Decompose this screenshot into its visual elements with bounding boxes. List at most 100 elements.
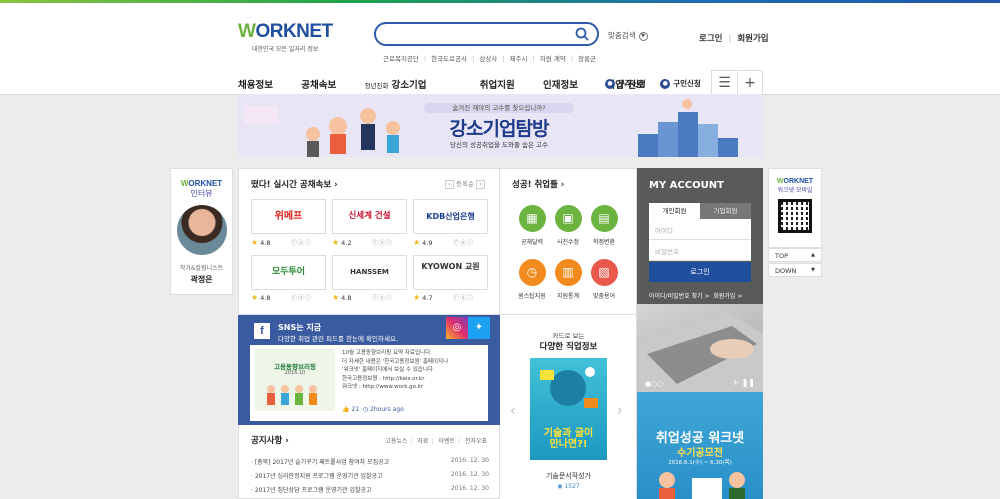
sns-post[interactable]: 고용동향브리핑 2016.10 10월 고용동향브리핑 요약 자료입니다. 더 … (250, 345, 488, 421)
join-link[interactable]: 회원가입 (737, 34, 768, 44)
banner-question: 숨겨진 재야의 고수를 찾으십니까? (424, 103, 574, 113)
logo-text: ORKNET (188, 179, 223, 188)
advanced-search[interactable]: 맞춤검색 ▼ (608, 30, 648, 41)
view-count: ◉ 1527 (557, 483, 580, 490)
company-card-kyowon[interactable]: KYOWON 교원 (413, 255, 488, 290)
panel-title[interactable]: 떴다! 실시간 공채속보 › (251, 178, 338, 190)
keyword[interactable]: 장릉군 (578, 55, 596, 63)
login-link[interactable]: 로그인 (699, 34, 722, 44)
search-icon[interactable] (575, 27, 589, 41)
carousel-controls[interactable]: + ❚❚ (732, 378, 755, 387)
twitter-icon[interactable]: ✦ (468, 317, 490, 339)
nav-label: 강소기업 (391, 80, 427, 91)
cardnews-image[interactable]: 기술과 글이 만나면?! (530, 358, 607, 460)
company-card-hanssem[interactable]: HANSSEM (332, 255, 407, 290)
thumb-date: 2016.10 (284, 370, 306, 376)
post-text: 10월 고용동향브리핑 요약 자료입니다. 더 자세한 내용은 '한국고용정보원… (342, 350, 449, 390)
company-card-kdb[interactable]: KDB산업은행 (413, 199, 488, 234)
chevron-right-icon[interactable]: › (476, 179, 485, 189)
social-icons[interactable]: ⓕⓞⓘ (291, 293, 312, 302)
search-input[interactable] (386, 27, 576, 45)
worknet-logo[interactable]: WORKNET 대한민국 모든 일자리 정보 (238, 21, 338, 53)
tool-glossary[interactable]: ▧ 맞춤용어 (582, 259, 626, 300)
tab-company[interactable]: 기업회원 (700, 203, 751, 219)
chevron-left-icon[interactable]: ‹ (510, 403, 516, 419)
eye-icon: ◉ (557, 483, 563, 490)
tab-event[interactable]: 이벤트 (438, 438, 455, 445)
find-account-link[interactable]: 아이디/비밀번호 찾기 > (649, 293, 710, 300)
rating: ★ 4.8 (251, 293, 271, 302)
post-time: 2hours ago (370, 406, 404, 413)
nav-item-support[interactable]: 취업지원 (480, 80, 515, 91)
interviewee-name: 곽정은 (190, 275, 213, 284)
interview-card[interactable]: WORKNET 인터뷰 작가&칼럼니스트 곽정은 (170, 168, 233, 295)
tool-credit[interactable]: ▤ 학점변환 (582, 205, 626, 246)
social-icons[interactable]: ⓕⓞⓘ (372, 293, 393, 302)
person-icon: ● (605, 79, 615, 89)
menu-icon[interactable]: ☰ (711, 70, 737, 97)
keyword[interactable]: 한국도로공사 (431, 55, 467, 63)
plus-icon[interactable]: + (737, 70, 763, 97)
promo-banner[interactable]: 숨겨진 재야의 고수를 찾으십니까? 강소기업탐방 당신의 성공취업을 도와줄 … (238, 94, 763, 157)
list-item[interactable]: · 2017년 심리안정지원 프로그램 운영기관 입찰공고 2016. 12. 3… (251, 471, 489, 480)
account-panel: MY ACCOUNT 개인회원 기업회원 아이디 비밀번호 로그인 아이디/비밀… (637, 168, 763, 392)
rating: ★ 4.2 (332, 238, 352, 247)
search-box (374, 22, 599, 46)
social-icons[interactable]: ⓕⓞⓘ (453, 238, 474, 247)
mobile-qr-card[interactable]: WORKNET 워크넷 모바일 (768, 168, 822, 248)
social-icons[interactable]: ⓕⓞⓘ (453, 293, 474, 302)
company-card-wemakeprice[interactable]: 위메프 (251, 199, 326, 234)
rating: ★ 4.7 (413, 293, 433, 302)
nav-item-recruit-news[interactable]: 공채속보 (301, 80, 336, 91)
chevron-right-icon[interactable]: › (617, 403, 623, 419)
sort-label[interactable]: 등록순 (456, 180, 474, 188)
photo-icon: ▣ (554, 205, 582, 232)
panel-title[interactable]: 공지사항 › (251, 434, 289, 446)
chevron-left-icon[interactable]: ‹ (445, 179, 455, 189)
post-thumbnail: 고용동향브리핑 2016.10 (255, 349, 335, 411)
social-icons[interactable]: ⓕⓞⓘ (291, 238, 312, 247)
tab-news[interactable]: 고용뉴스 (385, 438, 407, 445)
id-field[interactable]: 아이디 (649, 219, 751, 240)
company-card-modetour[interactable]: 모두투어 (251, 255, 326, 290)
social-icons[interactable]: ⓕⓞⓘ (372, 238, 393, 247)
promo-contest[interactable]: 취업성공 워크넷 수기공모전 2016.6.1(수) ~ 6.30(목) (637, 392, 763, 499)
keyword[interactable]: 제주시 (510, 55, 528, 63)
keyword[interactable]: 삼상사 (479, 55, 497, 63)
top-button[interactable]: TOP ▲ (768, 248, 822, 262)
company-card-shinsegae[interactable]: 신세계 건설 (332, 199, 407, 234)
post-meta: 👍 21 ◷ 2hours ago (342, 406, 404, 413)
popular-keywords: 근로복지공단 | 한국도로공사 | 삼상사 | 제주시 | 하원 계약 | 장릉군 (383, 55, 597, 63)
rating: ★ 4.8 (251, 238, 271, 247)
nav-item-jobs[interactable]: 채용정보 (238, 80, 273, 91)
nav-item-talent[interactable]: 인재정보 (543, 80, 578, 91)
facebook-icon[interactable]: f (254, 323, 270, 339)
instagram-icon[interactable]: ◎ (446, 317, 468, 339)
keyword[interactable]: 하원 계약 (540, 55, 566, 63)
list-item[interactable]: · 2017년 집단상담 프로그램 운영기관 입찰공고 2016. 12. 30 (251, 485, 489, 494)
keyword[interactable]: 근로복지공단 (383, 55, 419, 63)
chevron-up-icon: ▲ (811, 252, 815, 258)
list-item[interactable]: · [충북] 2017년 슬기꾸기 패트롤사업 참여자 모집공고 2016. 12… (251, 457, 489, 466)
notice-tabs: 고용뉴스 | 자료 | 이벤트 | 전자우표 (385, 438, 487, 445)
advanced-search-label: 맞춤검색 (608, 31, 636, 40)
thumbs-up-icon: 👍 (342, 406, 350, 413)
promo-subtitle: 수기공모전 (677, 448, 723, 459)
notice-panel: 공지사항 › 고용뉴스 | 자료 | 이벤트 | 전자우표 · [충북] 2017년 … (238, 425, 500, 499)
nav-item-small-giants[interactable]: 청년친화 강소기업 (365, 80, 452, 91)
chart-icon: ▥ (554, 259, 582, 286)
tab-personal[interactable]: 개인회원 (649, 203, 700, 219)
tab-estamp[interactable]: 전자우표 (465, 438, 487, 445)
recruit-apply-link[interactable]: ● 구인신청 (660, 79, 701, 89)
down-button[interactable]: DOWN ▼ (768, 263, 822, 277)
promo-date: 2016.6.1(수) ~ 6.30(목) (668, 460, 732, 466)
tab-data[interactable]: 자료 (417, 438, 428, 445)
cardnews-caption[interactable]: 기술문서작성가 (500, 471, 637, 481)
cardnews-image-title: 기술과 글이 만나면?! (543, 428, 594, 450)
join-link[interactable]: 회원가입 > (713, 293, 742, 300)
job-seek-apply-link[interactable]: ● 구직신청 (605, 79, 646, 89)
login-button[interactable]: 로그인 (649, 262, 751, 282)
password-field[interactable]: 비밀번호 (649, 240, 751, 261)
carousel-dots[interactable]: ●○○ (645, 380, 663, 388)
panel-title[interactable]: 성공! 취업툴 › (512, 178, 564, 190)
